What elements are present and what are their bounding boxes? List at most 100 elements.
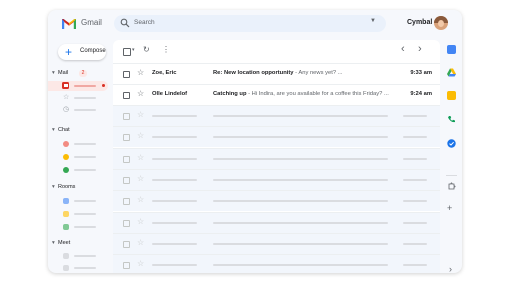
add-icon[interactable]: + xyxy=(447,203,452,213)
star-icon[interactable]: ☆ xyxy=(137,89,144,99)
search-bar[interactable]: Search ▼ xyxy=(114,15,386,32)
placeholder-row[interactable]: ☆ xyxy=(113,190,440,212)
row-checkbox[interactable] xyxy=(123,134,130,142)
search-options-icon[interactable]: ▼ xyxy=(370,18,376,24)
placeholder-bar xyxy=(152,178,197,181)
unread-dot xyxy=(102,84,105,87)
sidebar-item-inbox[interactable] xyxy=(48,81,108,91)
sidebar-item-chat-2[interactable] xyxy=(48,152,108,162)
placeholder-bar xyxy=(213,264,388,267)
sidebar-item-room-1[interactable] xyxy=(48,196,108,206)
room-icon xyxy=(63,198,69,204)
expand-panel-icon[interactable]: › xyxy=(449,264,452,273)
email-preview: Re: New location opportunity - Any news … xyxy=(213,70,396,76)
table-row[interactable]: ☆ Zoe, Eric Re: New location opportunity… xyxy=(113,63,440,84)
chat-avatar-icon xyxy=(63,154,69,160)
more-vert-icon[interactable]: ⋮ xyxy=(162,45,170,54)
placeholder-bar xyxy=(403,115,427,117)
placeholder-bar xyxy=(403,157,427,160)
chevron-left-icon[interactable]: ‹ xyxy=(401,43,405,55)
nav-section-meet[interactable]: ▾ Meet xyxy=(52,240,70,246)
email-subject: Re: New location opportunity xyxy=(213,70,294,76)
star-icon[interactable]: ☆ xyxy=(137,110,144,120)
sidebar-item-room-3[interactable] xyxy=(48,222,108,232)
star-icon[interactable]: ☆ xyxy=(137,153,144,163)
nav-section-rooms[interactable]: ▾ Rooms xyxy=(52,184,75,190)
email-sender: Zoe, Eric xyxy=(152,70,177,76)
chat-avatar-icon xyxy=(63,167,69,173)
star-icon[interactable]: ☆ xyxy=(137,68,144,78)
chevron-right-icon[interactable]: › xyxy=(418,43,422,55)
placeholder-row[interactable]: ☆ xyxy=(113,126,440,148)
email-snippet: - Any news yet? ... xyxy=(293,70,343,76)
row-checkbox[interactable] xyxy=(123,92,130,99)
voice-icon[interactable] xyxy=(447,115,456,124)
sidebar-item-snoozed[interactable]: ◷ xyxy=(48,105,108,115)
video-icon xyxy=(63,253,69,259)
placeholder-bar xyxy=(152,221,197,224)
drive-icon[interactable] xyxy=(447,68,456,77)
gmail-window: Gmail Search ▼ Cymbal + Compose ▾ Mail 2 … xyxy=(48,10,462,273)
placeholder-row[interactable]: ☆ xyxy=(113,232,440,254)
search-input[interactable]: Search xyxy=(134,19,155,26)
sidebar-item-join-meeting[interactable] xyxy=(48,263,108,273)
chevron-down-icon[interactable]: ▾ xyxy=(132,47,135,53)
nav-section-mail[interactable]: ▾ Mail xyxy=(52,70,68,76)
list-toolbar: ▾ ↻ ⋮ ‹ › xyxy=(113,40,440,62)
star-icon[interactable]: ☆ xyxy=(137,195,144,205)
row-checkbox[interactable] xyxy=(123,113,130,120)
inbox-icon xyxy=(62,82,69,89)
avatar[interactable] xyxy=(434,16,448,30)
placeholder-bar xyxy=(213,136,388,139)
refresh-icon[interactable]: ↻ xyxy=(143,45,150,54)
row-checkbox[interactable] xyxy=(123,176,130,184)
placeholder-bar xyxy=(403,136,427,139)
sidebar-item-starred[interactable]: ☆ xyxy=(48,93,108,103)
gmail-brand-label: Gmail xyxy=(81,18,102,27)
nav-section-chat[interactable]: ▾ Chat xyxy=(52,127,70,133)
star-icon[interactable]: ☆ xyxy=(137,238,144,248)
star-icon[interactable]: ☆ xyxy=(137,259,144,269)
row-checkbox[interactable] xyxy=(123,155,130,163)
table-row[interactable]: ☆ Olle Lindelof Catching up - Hi Indira,… xyxy=(113,84,440,105)
unread-badge: 2 xyxy=(79,70,87,77)
sidebar-item-chat-1[interactable] xyxy=(48,139,108,149)
tasks-icon[interactable] xyxy=(447,139,456,148)
compose-button[interactable]: + Compose xyxy=(58,44,106,60)
calendar-icon[interactable] xyxy=(447,45,456,54)
row-checkbox[interactable] xyxy=(123,262,130,270)
row-checkbox[interactable] xyxy=(123,219,130,227)
placeholder-bar xyxy=(152,264,197,267)
email-sender: Olle Lindelof xyxy=(152,91,188,97)
placeholder-row[interactable]: ☆ xyxy=(113,254,440,273)
message-list: ▾ ↻ ⋮ ‹ › ☆ Zoe, Eric Re: New location o… xyxy=(113,40,440,273)
star-icon[interactable]: ☆ xyxy=(137,217,144,227)
sidebar-item-chat-3[interactable] xyxy=(48,165,108,175)
compose-label: Compose xyxy=(80,48,106,54)
placeholder-bar xyxy=(403,242,427,245)
search-icon[interactable] xyxy=(120,18,130,28)
placeholder-row[interactable]: ☆ xyxy=(113,211,440,233)
keep-icon[interactable] xyxy=(447,91,456,100)
row-checkbox[interactable] xyxy=(123,198,130,206)
plus-icon: + xyxy=(65,45,73,59)
star-icon[interactable]: ☆ xyxy=(137,131,144,141)
addons-icon[interactable] xyxy=(447,182,456,191)
placeholder-bar xyxy=(152,242,197,245)
star-icon: ☆ xyxy=(63,94,70,101)
sidebar-item-new-meeting[interactable] xyxy=(48,251,108,261)
placeholder-bar xyxy=(403,178,427,181)
email-subject: Catching up xyxy=(213,91,247,97)
star-icon[interactable]: ☆ xyxy=(137,174,144,184)
placeholder-row[interactable]: ☆ xyxy=(113,168,440,190)
placeholder-row[interactable]: ☆ xyxy=(113,147,440,169)
sidebar-item-room-2[interactable] xyxy=(48,209,108,219)
select-all-checkbox[interactable] xyxy=(123,48,131,56)
placeholder-row[interactable]: ☆ xyxy=(113,105,440,126)
row-checkbox[interactable] xyxy=(123,240,130,248)
top-bar: Gmail Search ▼ Cymbal xyxy=(48,10,462,38)
placeholder-bar xyxy=(213,200,388,203)
room-icon xyxy=(63,211,69,217)
row-checkbox[interactable] xyxy=(123,71,130,78)
gmail-logo-icon[interactable] xyxy=(62,18,76,29)
